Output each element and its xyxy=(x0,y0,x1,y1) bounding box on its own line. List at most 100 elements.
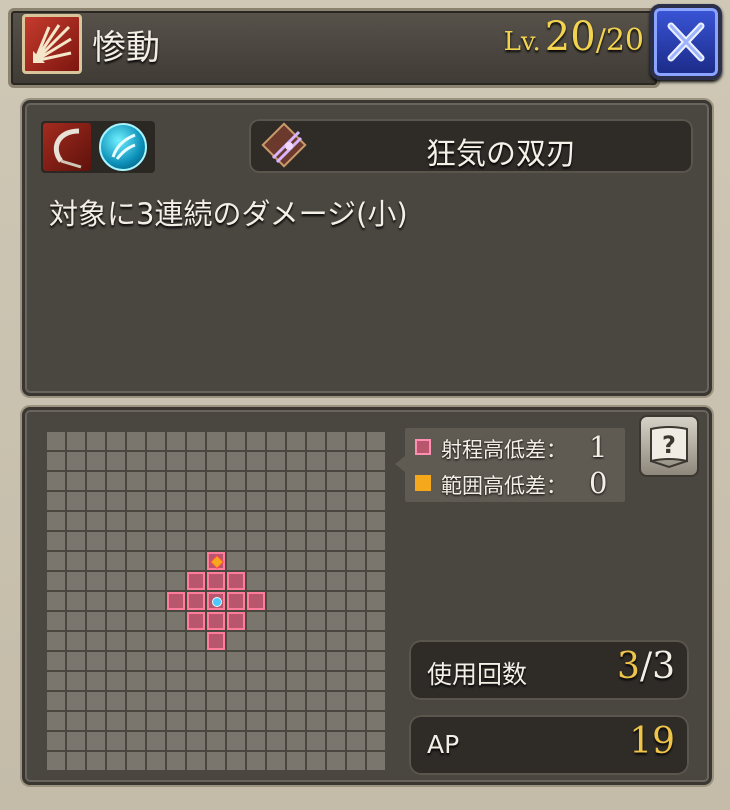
grid-cell xyxy=(87,492,105,510)
grid-cell xyxy=(67,732,85,750)
legend-row-area-height: 範囲高低差： 0 xyxy=(415,466,615,500)
grid-cell xyxy=(107,552,125,570)
grid-cell xyxy=(47,472,65,490)
grid-cell xyxy=(127,712,145,730)
grid-cell xyxy=(307,692,325,710)
grid-cell xyxy=(127,632,145,650)
grid-cell xyxy=(267,632,285,650)
grid-cell xyxy=(187,752,205,770)
range-panel: 射程高低差： 1 範囲高低差： 0 ? 使用回数 3/3 AP 19 xyxy=(22,407,712,785)
range-cell xyxy=(187,592,205,610)
grid-cell xyxy=(307,532,325,550)
grid-cell xyxy=(87,432,105,450)
range-cell xyxy=(187,612,205,630)
grid-cell xyxy=(167,612,185,630)
grid-cell xyxy=(287,692,305,710)
grid-cell xyxy=(67,652,85,670)
grid-cell xyxy=(227,512,245,530)
grid-cell xyxy=(147,512,165,530)
grid-cell xyxy=(267,492,285,510)
grid-cell xyxy=(267,592,285,610)
grid-cell xyxy=(187,632,205,650)
help-button[interactable]: ? xyxy=(639,415,699,477)
range-cell xyxy=(207,572,225,590)
grid-cell xyxy=(127,512,145,530)
grid-cell xyxy=(107,592,125,610)
grid-cell xyxy=(307,612,325,630)
grid-cell xyxy=(307,652,325,670)
grid-cell xyxy=(367,532,385,550)
grid-cell xyxy=(87,612,105,630)
grid-cell xyxy=(327,452,345,470)
grid-cell xyxy=(327,552,345,570)
grid-cell xyxy=(107,452,125,470)
grid-cell xyxy=(307,572,325,590)
grid-cell xyxy=(347,532,365,550)
grid-cell xyxy=(67,572,85,590)
grid-cell xyxy=(207,512,225,530)
grid-cell xyxy=(147,612,165,630)
grid-cell xyxy=(227,452,245,470)
grid-cell xyxy=(127,672,145,690)
range-cell xyxy=(207,612,225,630)
grid-cell xyxy=(167,472,185,490)
grid-cell xyxy=(67,472,85,490)
grid-cell xyxy=(367,712,385,730)
grid-cell xyxy=(107,432,125,450)
grid-cell xyxy=(327,692,345,710)
close-button[interactable] xyxy=(650,4,722,80)
caster-marker-icon xyxy=(212,597,222,607)
grid-cell xyxy=(87,672,105,690)
grid-cell xyxy=(267,432,285,450)
grid-cell xyxy=(147,712,165,730)
grid-cell xyxy=(327,472,345,490)
grid-cell xyxy=(87,452,105,470)
range-cell xyxy=(227,612,245,630)
grid-cell xyxy=(127,752,145,770)
grid-cell xyxy=(247,432,265,450)
legend-value: 0 xyxy=(589,466,608,500)
grid-cell xyxy=(127,552,145,570)
legend-label: 範囲高低差： xyxy=(441,474,567,498)
grid-cell xyxy=(167,692,185,710)
grid-cell xyxy=(67,552,85,570)
grid-cell xyxy=(167,672,185,690)
range-swatch xyxy=(415,439,431,455)
grid-cell xyxy=(247,732,265,750)
grid-cell xyxy=(287,552,305,570)
grid-cell xyxy=(147,492,165,510)
grid-cell xyxy=(267,512,285,530)
grid-cell xyxy=(47,572,65,590)
grid-cell xyxy=(187,692,205,710)
grid-cell xyxy=(227,712,245,730)
uses-value: 3/3 xyxy=(617,646,675,687)
grid-cell xyxy=(367,452,385,470)
grid-cell xyxy=(227,692,245,710)
grid-cell xyxy=(107,612,125,630)
grid-cell xyxy=(347,692,365,710)
grid-cell xyxy=(227,432,245,450)
grid-cell xyxy=(367,652,385,670)
grid-cell xyxy=(267,612,285,630)
grid-cell xyxy=(287,632,305,650)
ability-description: 対象に3連続のダメージ(小) xyxy=(49,197,408,231)
range-cell xyxy=(187,572,205,590)
grid-cell xyxy=(247,692,265,710)
grid-cell xyxy=(207,732,225,750)
range-cell xyxy=(167,592,185,610)
grid-cell xyxy=(167,752,185,770)
grid-cell xyxy=(107,692,125,710)
grid-cell xyxy=(167,552,185,570)
grid-cell xyxy=(47,592,65,610)
grid-cell xyxy=(47,712,65,730)
grid-cell xyxy=(367,692,385,710)
level-label: Lv. xyxy=(503,27,541,57)
grid-cell xyxy=(247,492,265,510)
grid-cell xyxy=(247,472,265,490)
grid-cell xyxy=(347,612,365,630)
grid-cell xyxy=(287,492,305,510)
grid-cell xyxy=(87,572,105,590)
grid-cell xyxy=(67,532,85,550)
grid-cell xyxy=(267,692,285,710)
ability-panel: 狂気の双刃 対象に3連続のダメージ(小) xyxy=(22,100,712,396)
